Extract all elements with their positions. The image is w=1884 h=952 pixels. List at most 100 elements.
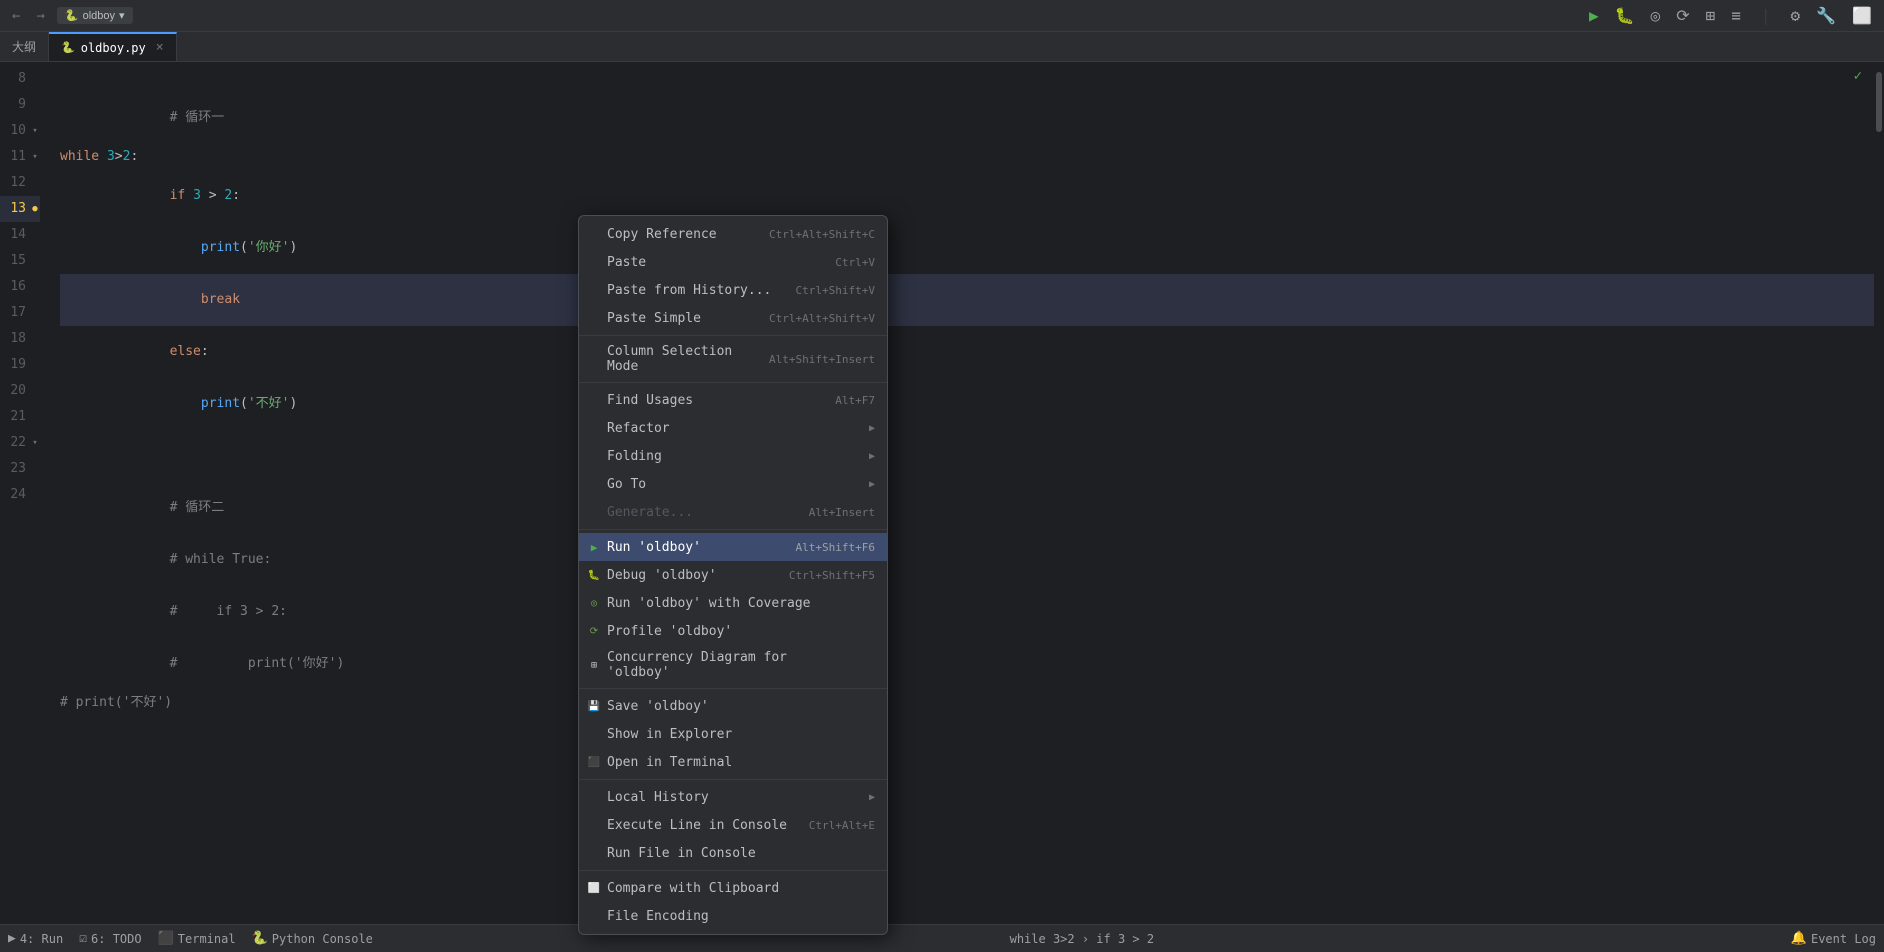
menu-label-folding: Folding	[607, 449, 662, 464]
terminal-status-item[interactable]: ⬛ Terminal	[158, 931, 236, 946]
menu-item-paste[interactable]: Paste Ctrl+V	[579, 248, 887, 276]
todo-status-item[interactable]: ☑ 6: TODO	[79, 931, 141, 946]
separator-1	[579, 335, 887, 336]
debug-button[interactable]: 🐛	[1611, 4, 1639, 27]
line-num-24: 24	[0, 482, 40, 508]
terminal-status-label: Terminal	[178, 932, 236, 946]
code-line-24	[60, 742, 1874, 768]
code-editor[interactable]: ✓ 8 9 10▾ 11▾ 12 13● 14 15 16 17 18 19 2…	[0, 62, 1874, 924]
more-button[interactable]: ⬜	[1848, 4, 1876, 27]
menu-item-run-file-console[interactable]: Run File in Console	[579, 839, 887, 867]
shortcut-paste-history: Ctrl+Shift+V	[796, 284, 875, 297]
debug-oldboy-icon: 🐛	[587, 570, 601, 581]
run-button[interactable]: ▶	[1585, 4, 1603, 27]
nav-forward-button[interactable]: →	[32, 6, 48, 26]
code-lines[interactable]: # 循环一 while 3>2: if 3 > 2: print('你好') b…	[52, 66, 1874, 768]
settings-button[interactable]: ⚙	[1787, 4, 1805, 27]
menu-item-go-to[interactable]: Go To ▶	[579, 470, 887, 498]
run-status-label: 4: Run	[20, 932, 63, 946]
main-area: ✓ 8 9 10▾ 11▾ 12 13● 14 15 16 17 18 19 2…	[0, 62, 1884, 924]
separator-4	[579, 688, 887, 689]
event-log-item[interactable]: 🔔 Event Log	[1791, 931, 1876, 946]
menu-item-save-oldboy[interactable]: 💾 Save 'oldboy'	[579, 692, 887, 720]
file-tab-icon: 🐍	[61, 41, 75, 54]
code-line-22: # print('不好')	[60, 690, 1874, 716]
line-num-22: 22▾	[0, 430, 40, 456]
code-line-12: print('你好')	[60, 222, 1874, 274]
menu-label-save-oldboy: Save 'oldboy'	[607, 699, 709, 714]
menu-item-debug-oldboy[interactable]: 🐛 Debug 'oldboy' Ctrl+Shift+F5	[579, 561, 887, 589]
menu-item-local-history[interactable]: Local History ▶	[579, 783, 887, 811]
menu-item-copy-reference[interactable]: Copy Reference Ctrl+Alt+Shift+C	[579, 220, 887, 248]
line-num-9: 9	[0, 92, 40, 118]
nav-back-button[interactable]: ←	[8, 6, 24, 26]
shortcut-execute-console: Ctrl+Alt+E	[809, 819, 875, 832]
terminal-status-icon: ⬛	[158, 931, 174, 946]
profile-oldboy-icon: ⟳	[587, 626, 601, 637]
shortcut-find-usages: Alt+F7	[835, 394, 875, 407]
menu-label-copy-reference: Copy Reference	[607, 227, 717, 242]
shortcut-column-selection: Alt+Shift+Insert	[769, 353, 875, 366]
menu-item-refactor[interactable]: Refactor ▶	[579, 414, 887, 442]
menu-label-compare-clipboard: Compare with Clipboard	[607, 881, 779, 896]
menu-item-folding[interactable]: Folding ▶	[579, 442, 887, 470]
python-console-status-item[interactable]: 🐍 Python Console	[252, 931, 373, 946]
file-tab-label: oldboy.py	[81, 41, 146, 55]
menu-item-find-usages[interactable]: Find Usages Alt+F7	[579, 386, 887, 414]
file-tab-oldboy[interactable]: 🐍 oldboy.py ×	[49, 32, 177, 61]
line-num-18: 18	[0, 326, 40, 352]
project-dropdown-icon: ▾	[119, 9, 125, 22]
menu-item-run-oldboy[interactable]: ▶ Run 'oldboy' Alt+Shift+F6	[579, 533, 887, 561]
menu-item-profile-oldboy[interactable]: ⟳ Profile 'oldboy'	[579, 617, 887, 645]
code-line-18: # 循环二	[60, 482, 1874, 534]
menu-item-run-coverage[interactable]: ◎ Run 'oldboy' with Coverage	[579, 589, 887, 617]
menu-item-paste-history[interactable]: Paste from History... Ctrl+Shift+V	[579, 276, 887, 304]
concurrency-button[interactable]: ⊞	[1702, 4, 1720, 27]
code-line-23	[60, 716, 1874, 742]
todo-status-icon: ☑	[79, 931, 87, 946]
menu-label-paste-history: Paste from History...	[607, 283, 771, 298]
check-mark: ✓	[1854, 68, 1862, 84]
code-line-21: # print('你好')	[60, 638, 1874, 690]
menu-item-file-encoding[interactable]: File Encoding	[579, 902, 887, 930]
run-coverage-button[interactable]: ◎	[1647, 4, 1665, 27]
python-console-status-label: Python Console	[272, 932, 373, 946]
menu-label-open-terminal: Open in Terminal	[607, 755, 732, 770]
code-line-16	[60, 430, 1874, 456]
refactor-submenu-arrow: ▶	[869, 423, 875, 434]
shortcut-generate: Alt+Insert	[809, 506, 875, 519]
menu-label-column-selection: Column Selection Mode	[607, 344, 749, 374]
shortcut-paste: Ctrl+V	[835, 256, 875, 269]
profile-button[interactable]: ⟳	[1672, 4, 1693, 27]
menu-item-column-selection[interactable]: Column Selection Mode Alt+Shift+Insert	[579, 339, 887, 379]
scrollbar-thumb[interactable]	[1876, 72, 1882, 132]
menu-label-local-history: Local History	[607, 790, 709, 805]
scrollbar-track[interactable]	[1874, 62, 1884, 924]
close-tab-button[interactable]: ×	[156, 40, 164, 55]
menu-item-compare-clipboard[interactable]: ⬜ Compare with Clipboard	[579, 874, 887, 902]
menu-item-concurrency-oldboy[interactable]: ⊞ Concurrency Diagram for 'oldboy'	[579, 645, 887, 685]
shortcut-run-oldboy: Alt+Shift+F6	[796, 541, 875, 554]
open-terminal-icon: ⬛	[587, 757, 601, 768]
project-selector[interactable]: 🐍 oldboy ▾	[57, 7, 133, 24]
code-line-13: break	[60, 274, 1874, 326]
outline-tab[interactable]: 大纲	[0, 32, 49, 61]
menu-item-generate[interactable]: Generate... Alt+Insert	[579, 498, 887, 526]
menu-item-open-terminal[interactable]: ⬛ Open in Terminal	[579, 748, 887, 776]
menu-label-generate: Generate...	[607, 505, 693, 520]
more-run-button[interactable]: ≡	[1727, 4, 1745, 27]
tools-button[interactable]: 🔧	[1812, 4, 1840, 27]
menu-item-execute-console[interactable]: Execute Line in Console Ctrl+Alt+E	[579, 811, 887, 839]
menu-label-profile-oldboy: Profile 'oldboy'	[607, 624, 732, 639]
event-log-label: Event Log	[1811, 932, 1876, 946]
menu-label-paste: Paste	[607, 255, 646, 270]
menu-label-refactor: Refactor	[607, 421, 670, 436]
project-icon: 🐍	[65, 9, 79, 22]
line-num-8: 8	[0, 66, 40, 92]
save-oldboy-icon: 💾	[587, 701, 601, 712]
menu-label-show-explorer: Show in Explorer	[607, 727, 732, 742]
menu-item-paste-simple[interactable]: Paste Simple Ctrl+Alt+Shift+V	[579, 304, 887, 332]
code-line-8	[60, 66, 1874, 92]
run-status-item[interactable]: ▶ 4: Run	[8, 931, 63, 946]
menu-item-show-explorer[interactable]: Show in Explorer	[579, 720, 887, 748]
